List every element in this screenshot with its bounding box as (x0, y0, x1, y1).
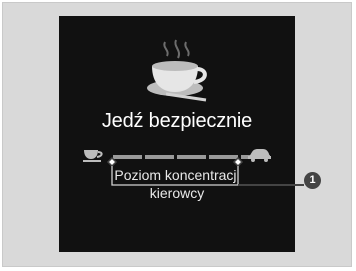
meter-callout-bracket (106, 156, 304, 186)
callout-number-badge: 1 (304, 172, 321, 189)
